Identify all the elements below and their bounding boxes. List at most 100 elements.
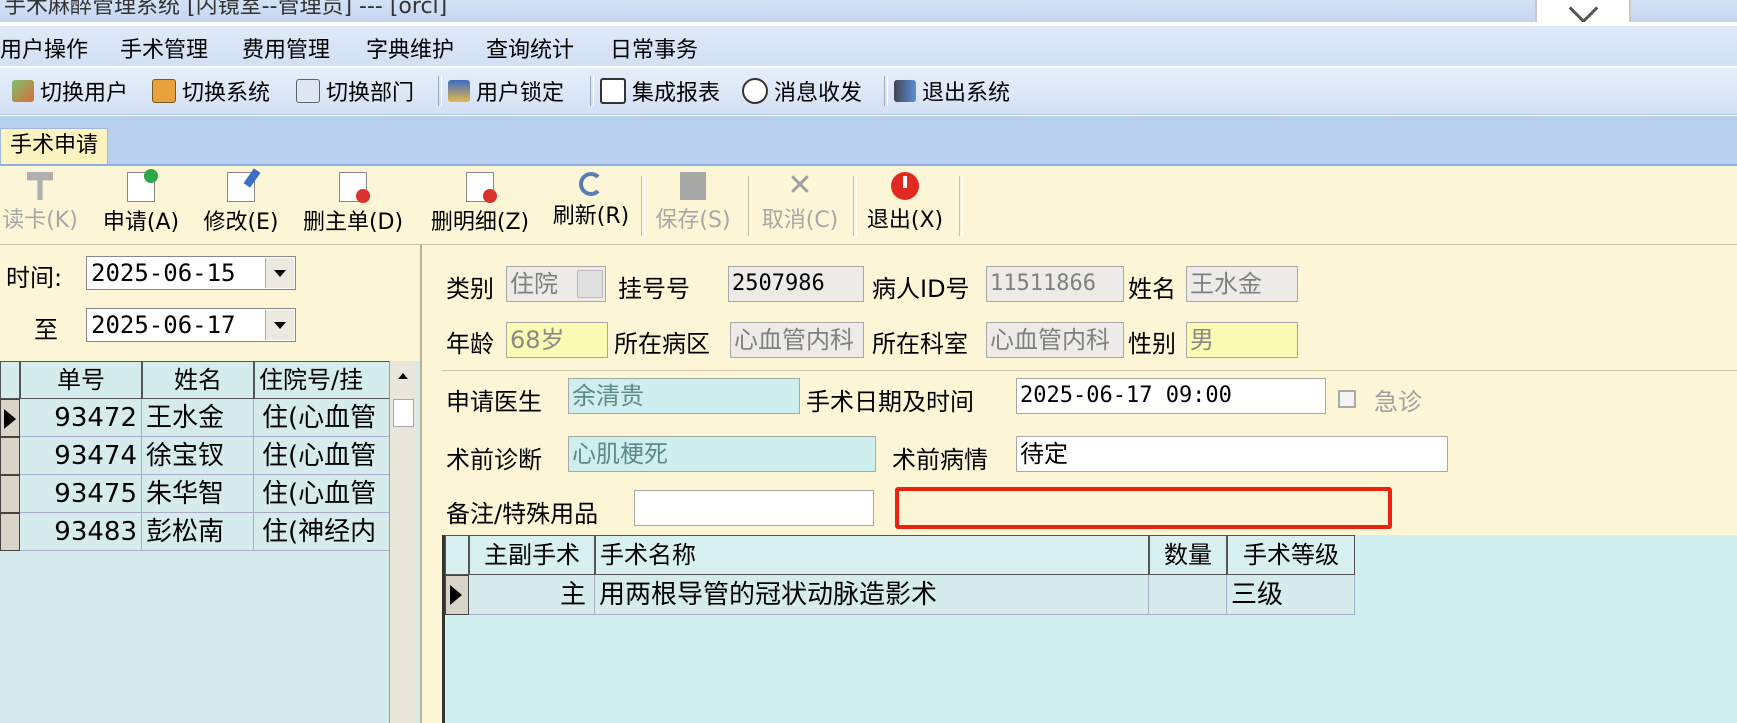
registration-field[interactable]: 2507986 [728,266,864,302]
list-cell-info[interactable]: 住(心血管 [254,437,390,475]
diagnosis-field[interactable]: 心肌梗死 [568,436,876,472]
menu-daily[interactable]: 日常事务 [610,32,698,64]
menu-fees[interactable]: 费用管理 [242,32,330,64]
exit-system-button[interactable]: 退出系统 [894,76,1010,106]
table-header-name[interactable]: 手术名称 [595,535,1149,575]
apply-button[interactable]: 申请(A) [100,169,182,236]
ward-field[interactable]: 心血管内科 [730,322,864,358]
report-button[interactable]: 集成报表 [600,76,720,106]
tab-strip: 手术申请 [0,116,1737,166]
refresh-button[interactable]: 刷新(R) [550,172,632,230]
toolbar-separator [748,176,752,236]
user-lock-label: 用户锁定 [476,81,565,106]
user-lock-button[interactable]: 用户锁定 [448,76,564,106]
list-header-corner [0,361,20,399]
table-cell-level[interactable]: 三级 [1227,575,1355,615]
collapse-button[interactable] [1535,0,1631,22]
menu-dictionary[interactable]: 字典维护 [366,32,454,64]
note-field[interactable] [634,490,874,526]
tab-surgery-application[interactable]: 手术申请 [0,128,108,164]
delete-detail-button[interactable]: 删明细(Z) [425,172,535,236]
list-cell-name[interactable]: 王水金 [142,399,254,437]
list-scrollbar[interactable] [389,361,416,723]
scroll-up-icon[interactable] [398,373,408,379]
list-cell-name[interactable]: 彭松南 [142,513,254,551]
dropdown-arrow-icon[interactable] [577,270,603,298]
menu-surgery[interactable]: 手术管理 [120,32,208,64]
sex-field[interactable]: 男 [1186,322,1298,358]
switch-user-button[interactable]: 切换用户 [12,76,128,106]
report-label: 集成报表 [632,81,721,106]
row-indicator[interactable] [0,475,20,513]
diagnosis-label: 术前诊断 [446,446,542,474]
emergency-checkbox[interactable] [1338,390,1356,408]
category-value: 住院 [510,270,558,298]
power-icon [891,172,919,200]
row-indicator[interactable] [0,513,20,551]
delete-main-label: 删主单(D) [302,210,404,235]
date-to-combo[interactable]: 2025-06-17 [86,308,296,342]
table-header-qty[interactable]: 数量 [1149,535,1227,575]
window-title: 手术麻醉管理系统 [内镜室--管理员] --- [orcl] [4,0,448,19]
table-cell-type[interactable]: 主 [469,575,595,615]
message-button[interactable]: 消息收发 [742,76,862,106]
date-to-label: 至 [34,316,58,344]
patient-id-field[interactable]: 11511866 [986,266,1124,302]
doctor-label: 申请医生 [446,388,542,416]
list-cell-name[interactable]: 朱华智 [142,475,254,513]
switch-system-button[interactable]: 切换系统 [152,76,270,106]
table-cell-name[interactable]: 用两根导管的冠状动脉造影术 [595,575,1149,615]
scroll-thumb[interactable] [393,399,414,427]
dropdown-arrow-icon[interactable] [265,258,294,288]
surgery-datetime-field[interactable]: 2025-06-17 09:00 [1016,378,1326,414]
list-header-id[interactable]: 单号 [20,361,142,399]
exit-button[interactable]: 退出(X) [864,172,946,234]
delete-detail-label: 删明细(Z) [430,210,530,235]
edit-button[interactable]: 修改(E) [200,168,282,236]
menu-bar: 用户操作 手术管理 费用管理 字典维护 查询统计 日常事务 [0,26,1737,66]
table-header-type[interactable]: 主副手术 [469,535,595,575]
date-from-combo[interactable]: 2025-06-15 [86,256,296,290]
department-field[interactable]: 心血管内科 [986,322,1124,358]
category-select[interactable]: 住院 [506,266,606,302]
list-cell-id[interactable]: 93472 [20,399,142,437]
category-label: 类别 [446,275,494,303]
name-field[interactable]: 王水金 [1186,266,1298,302]
switch-department-button[interactable]: 切换部门 [296,76,414,106]
sex-label: 性别 [1128,330,1176,358]
row-indicator[interactable] [445,575,469,615]
switch-user-icon [12,80,34,102]
doctor-field[interactable]: 余清贵 [568,378,800,414]
menu-query[interactable]: 查询统计 [486,32,574,64]
save-button[interactable]: 保存(S) [652,172,734,234]
cancel-button[interactable]: ✕ 取消(C) [758,171,842,234]
save-icon [680,172,706,200]
message-icon [742,78,768,104]
refresh-label: 刷新(R) [552,204,630,229]
list-cell-info[interactable]: 住(心血管 [254,475,390,513]
age-label: 年龄 [446,330,494,358]
list-cell-id[interactable]: 93474 [20,437,142,475]
name-label: 姓名 [1128,275,1176,303]
list-cell-info[interactable]: 住(心血管 [254,399,390,437]
dropdown-arrow-icon[interactable] [265,310,294,340]
list-header-name[interactable]: 姓名 [142,361,254,399]
list-cell-id[interactable]: 93475 [20,475,142,513]
condition-field[interactable]: 待定 [1016,436,1448,472]
row-indicator[interactable] [0,399,20,437]
row-indicator[interactable] [0,437,20,475]
list-header-info[interactable]: 住院号/挂 [254,361,390,399]
list-cell-info[interactable]: 住(神经内 [254,513,390,551]
list-cell-id[interactable]: 93483 [20,513,142,551]
toolbar-separator [641,176,645,236]
list-cell-name[interactable]: 徐宝钗 [142,437,254,475]
delete-main-button[interactable]: 删主单(D) [300,172,406,236]
age-field[interactable]: 68岁 [506,322,608,358]
table-header-level[interactable]: 手术等级 [1227,535,1355,575]
apply-label: 申请(A) [102,210,180,235]
read-card-button[interactable]: 读卡(K) [0,172,80,234]
table-cell-qty[interactable] [1149,575,1227,615]
row-pointer-icon [450,585,462,605]
main-toolbar: 读卡(K) 申请(A) 修改(E) 删主单(D) 删明细(Z) 刷新(R) 保存… [0,166,1737,245]
menu-user-ops[interactable]: 用户操作 [0,32,88,64]
